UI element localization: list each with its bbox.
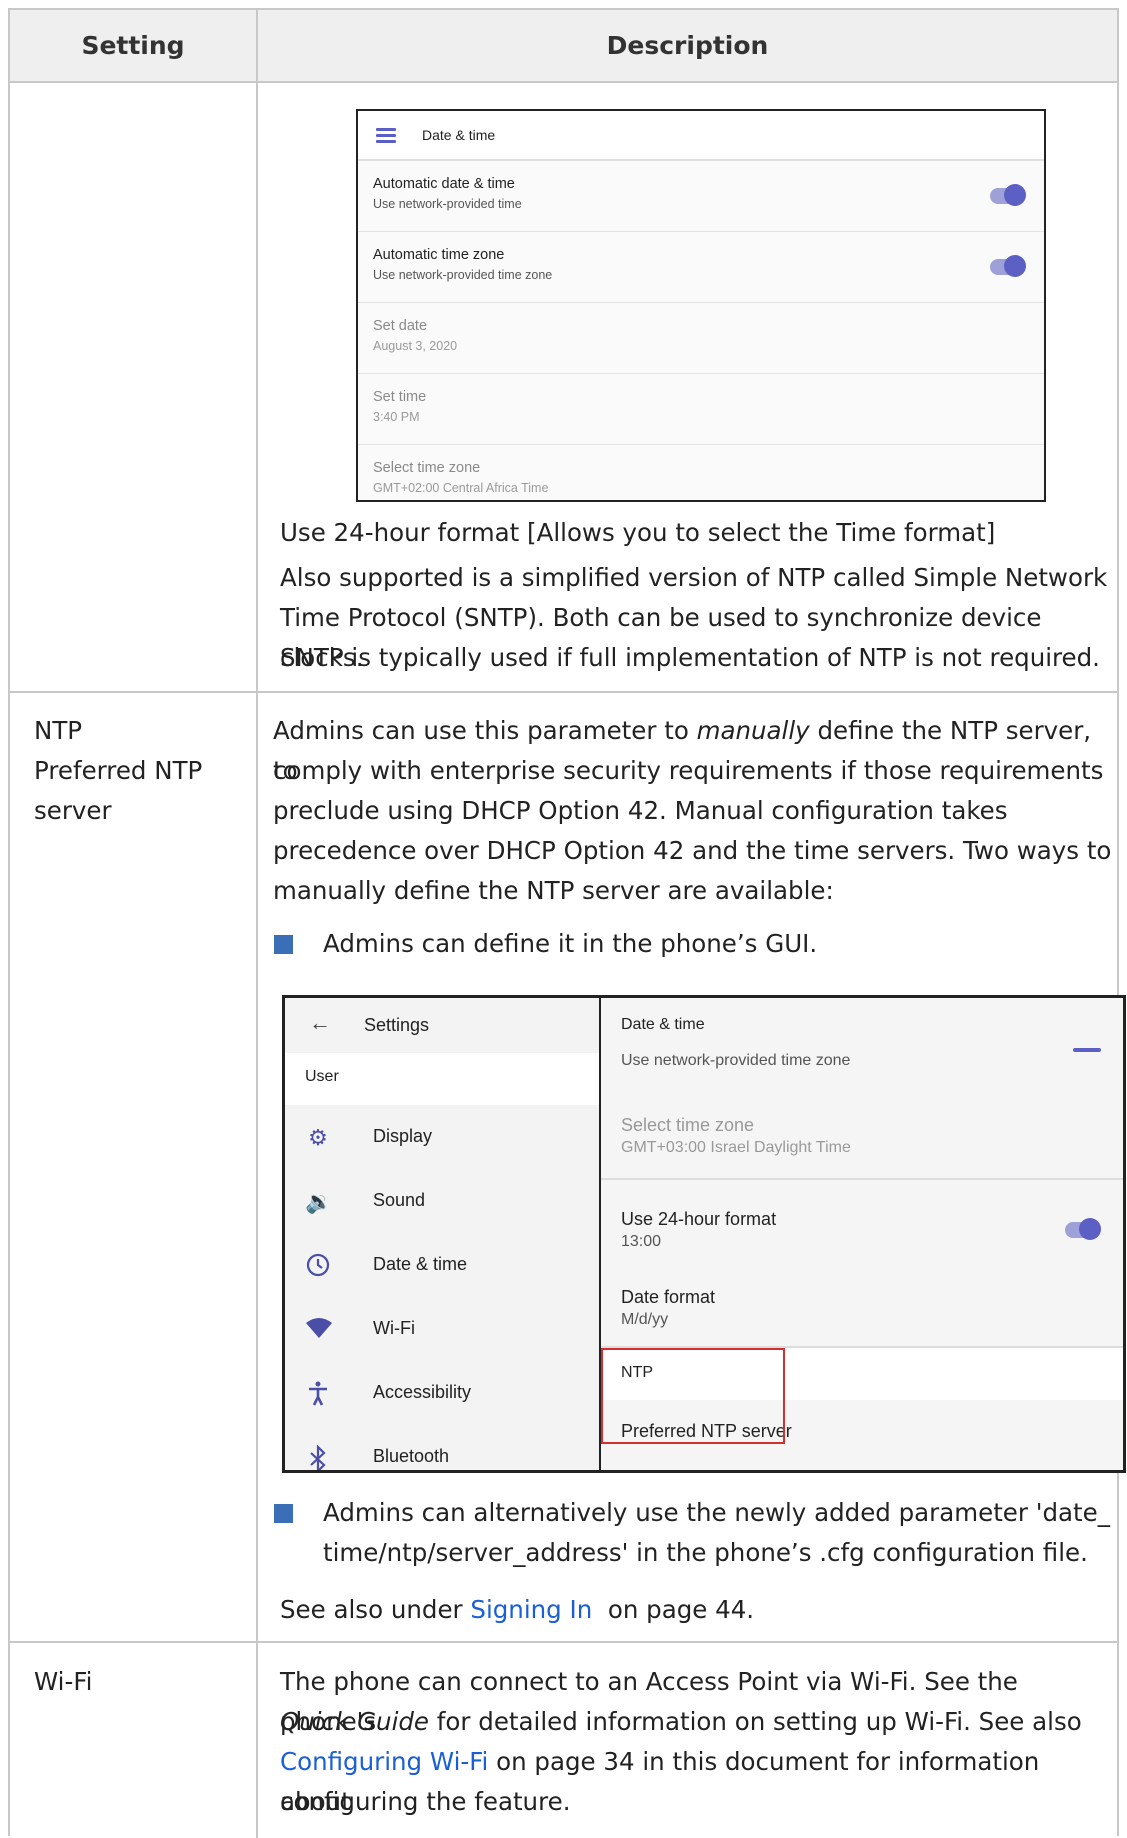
item-title: Set time	[373, 389, 427, 405]
settings-title: Settings	[364, 1015, 430, 1035]
list-item: Automatic time zone Use network-provided…	[358, 232, 1044, 303]
toggle-partial	[1073, 1048, 1101, 1052]
menu-label: Date & time	[373, 1254, 468, 1274]
menu-label: Bluetooth	[373, 1446, 450, 1466]
partial-item-subtitle: Use network-provided time zone	[621, 1052, 851, 1069]
sound-icon: 🔉	[305, 1189, 333, 1214]
settings-sidebar: ← Settings User ⚙ Display 🔉 Sound Date &…	[285, 998, 601, 1470]
wifi-description-line: Quick Guide for detailed information on …	[280, 1707, 1082, 1736]
screenshot-title: Date & time	[422, 127, 496, 143]
menu-item-date-time: Date & time	[285, 1233, 599, 1297]
toggle-switch	[1065, 1218, 1101, 1240]
menu-label: Display	[373, 1126, 433, 1146]
table-header: Setting Description	[10, 10, 1117, 83]
item-subtitle: Use network-provided time zone	[373, 268, 553, 282]
signing-in-link[interactable]: Signing In	[470, 1595, 592, 1624]
settings-screenshot: ← Settings User ⚙ Display 🔉 Sound Date &…	[282, 995, 1126, 1473]
accessibility-icon	[305, 1381, 331, 1407]
item-subtitle: GMT+02:00 Central Africa Time	[373, 481, 549, 495]
see-also-line: See also under Signing In on page 44.	[280, 1595, 755, 1624]
wifi-icon	[305, 1317, 332, 1343]
list-item: Automatic date & time Use network-provid…	[358, 161, 1044, 232]
list-item: Set time 3:40 PM	[358, 374, 1044, 445]
menu-label: Sound	[373, 1190, 426, 1210]
item-subtitle: 13:00	[621, 1233, 662, 1250]
back-arrow-icon: ←	[309, 1010, 331, 1035]
toggle-switch	[990, 184, 1026, 206]
divider	[601, 1178, 1123, 1180]
item-subtitle: Use network-provided time	[373, 197, 522, 211]
item-title: Date format	[621, 1287, 716, 1307]
bullet-cfg-text: time/ntp/server_address' in the phone’s …	[323, 1538, 1088, 1567]
date-time-panel: Date & time Use network-provided time zo…	[601, 998, 1123, 1470]
item-subtitle: 3:40 PM	[373, 410, 420, 424]
setting-server: server	[34, 796, 112, 825]
setting-preferred-ntp: Preferred NTP	[34, 756, 203, 785]
ntp-description-line: comply with enterprise security requirem…	[273, 756, 1104, 785]
setting-wifi: Wi-Fi	[34, 1667, 93, 1696]
item-title: Select time zone	[621, 1115, 755, 1135]
item-title: Select time zone	[373, 460, 481, 476]
item-title: Automatic time zone	[373, 247, 505, 263]
sntp-paragraph-line: Also supported is a simplified version o…	[280, 563, 1108, 592]
ntp-description-line: preclude using DHCP Option 42. Manual co…	[273, 796, 1008, 825]
list-item: Set date August 3, 2020	[358, 303, 1044, 374]
use-24h-text: Use 24-hour format [Allows you to select…	[280, 518, 996, 547]
item-title: Automatic date & time	[373, 176, 515, 192]
menu-item-bluetooth: Bluetooth	[285, 1425, 599, 1470]
item-subtitle: August 3, 2020	[373, 339, 458, 353]
settings-table: Setting Description Date & time Automati…	[8, 8, 1126, 1838]
clock-icon	[305, 1253, 331, 1279]
menu-item-sound: 🔉 Sound	[285, 1169, 599, 1233]
section-label: User	[305, 1068, 339, 1085]
highlight-box	[601, 1348, 785, 1444]
panel-title: Date & time	[621, 1016, 705, 1033]
menu-icon	[376, 125, 396, 146]
bullet-cfg-text: Admins can alternatively use the newly a…	[323, 1498, 1110, 1527]
menu-item-display: ⚙ Display	[285, 1105, 599, 1169]
item-subtitle: M/d/yy	[621, 1311, 669, 1328]
menu-label: Wi-Fi	[373, 1318, 415, 1338]
wifi-description-line: configuring the feature.	[280, 1787, 571, 1816]
bullet-gui-text: Admins can define it in the phone’s GUI.	[323, 929, 818, 958]
menu-item-wifi: Wi-Fi	[285, 1297, 599, 1361]
bullet-square	[274, 935, 293, 954]
sntp-paragraph-line: SNTP is typically used if full implement…	[280, 643, 1100, 672]
header-description: Description	[606, 31, 769, 60]
menu-label: Accessibility	[373, 1382, 472, 1402]
header-setting: Setting	[10, 10, 258, 81]
bluetooth-icon	[305, 1444, 331, 1470]
ntp-description-line: manually define the NTP server are avail…	[273, 876, 834, 905]
date-time-screenshot: Date & time Automatic date & time Use ne…	[356, 109, 1046, 502]
row-divider	[10, 691, 1117, 693]
screenshot-app-bar: Date & time	[358, 111, 1044, 161]
settings-header: ← Settings	[285, 998, 599, 1053]
list-item: Select time zone GMT+02:00 Central Afric…	[358, 445, 1044, 500]
menu-item-accessibility: Accessibility	[285, 1361, 599, 1425]
row-divider	[10, 1641, 1117, 1643]
display-icon: ⚙	[308, 1125, 328, 1150]
toggle-switch	[990, 255, 1026, 277]
column-divider	[256, 81, 258, 1838]
ntp-description-line: precedence over DHCP Option 42 and the t…	[273, 836, 1112, 865]
configuring-wifi-link[interactable]: Configuring Wi-Fi	[280, 1747, 488, 1776]
section-user: User	[285, 1053, 599, 1105]
bullet-square	[274, 1504, 293, 1523]
item-subtitle: GMT+03:00 Israel Daylight Time	[621, 1139, 851, 1156]
item-title: Set date	[373, 318, 428, 334]
setting-ntp: NTP	[34, 716, 83, 745]
item-title: Use 24-hour format	[621, 1209, 777, 1229]
